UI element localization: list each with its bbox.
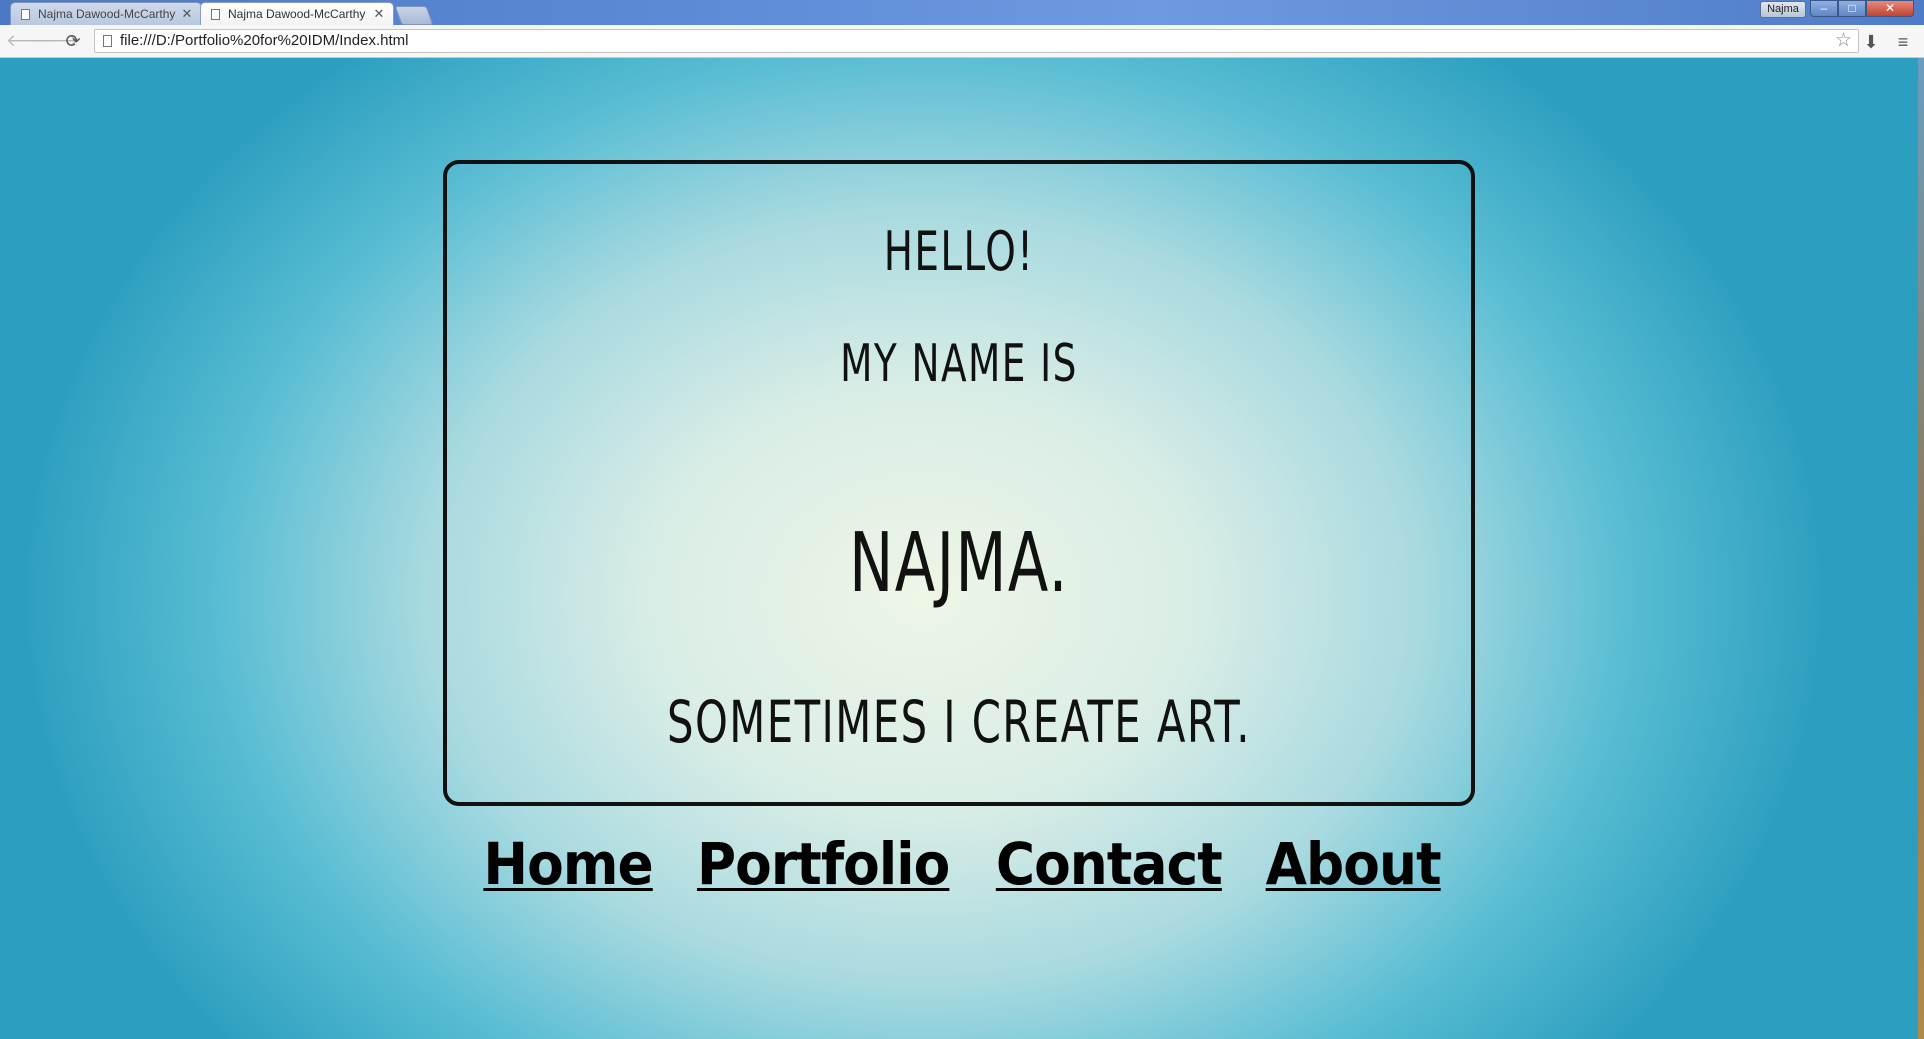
tab-title: Najma Dawood-McCarthy: [228, 7, 366, 21]
nav-link-about[interactable]: About: [1266, 830, 1442, 898]
name-heading: NAJMA.: [849, 516, 1069, 611]
star-icon[interactable]: ☆: [1835, 30, 1852, 52]
browser-title-bar: Najma Dawood-McCarthy ✕ Najma Dawood-McC…: [0, 0, 1924, 25]
address-bar-url[interactable]: file:///D:/Portfolio%20for%20IDM/Index.h…: [120, 30, 408, 52]
greeting-heading: HELLO!: [883, 220, 1035, 283]
close-window-button[interactable]: ✕: [1866, 0, 1914, 17]
intro-card: HELLO! MY NAME IS NAJMA. SOMETIMES I CRE…: [443, 160, 1475, 806]
close-tab-icon[interactable]: ✕: [179, 6, 195, 22]
nav-link-portfolio[interactable]: Portfolio: [697, 830, 950, 898]
download-icon[interactable]: ⬇: [1860, 31, 1882, 53]
nav-link-home[interactable]: Home: [483, 830, 653, 898]
tagline-text: SOMETIMES I CREATE ART.: [667, 688, 1251, 756]
page-icon: [103, 35, 112, 47]
name-intro-text: MY NAME IS: [840, 334, 1078, 394]
arrow-left-icon[interactable]: 🡐: [6, 31, 52, 51]
main-nav: Home Portfolio Contact About: [0, 830, 1924, 898]
tab-title: Najma Dawood-McCarthy: [38, 7, 176, 21]
new-tab-button[interactable]: [394, 6, 434, 25]
nav-link-contact[interactable]: Contact: [996, 830, 1223, 898]
browser-toolbar: 🡐 🡒 ⟳ file:///D:/Portfolio%20for%20IDM/I…: [0, 25, 1924, 58]
close-tab-icon[interactable]: ✕: [371, 6, 387, 22]
desktop-background-edge: [1918, 58, 1924, 1039]
browser-tab-2[interactable]: Najma Dawood-McCarthy ✕: [200, 2, 394, 25]
page-viewport: HELLO! MY NAME IS NAJMA. SOMETIMES I CRE…: [0, 58, 1924, 1039]
page-icon: [21, 8, 30, 20]
minimize-button[interactable]: –: [1810, 0, 1838, 17]
hamburger-menu-icon[interactable]: ≡: [1892, 31, 1914, 53]
profile-button[interactable]: Najma: [1760, 1, 1806, 18]
browser-tab-1[interactable]: Najma Dawood-McCarthy ✕: [10, 2, 202, 25]
arrow-right-icon[interactable]: 🡒: [33, 31, 79, 51]
address-bar[interactable]: file:///D:/Portfolio%20for%20IDM/Index.h…: [94, 29, 1859, 53]
maximize-button[interactable]: □: [1838, 0, 1866, 17]
page-icon: [211, 8, 220, 20]
reload-icon[interactable]: ⟳: [62, 31, 84, 51]
